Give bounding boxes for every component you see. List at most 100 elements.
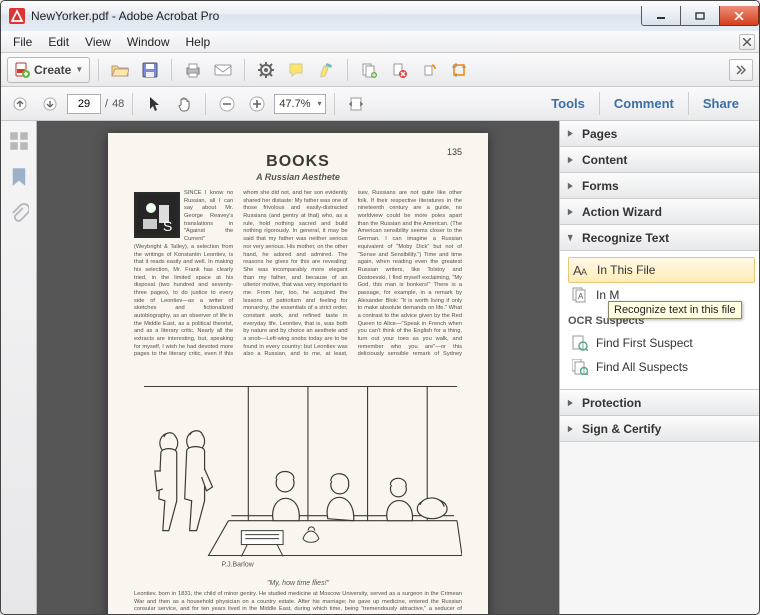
find-first-suspect[interactable]: Find First Suspect: [568, 331, 755, 355]
tools-link[interactable]: Tools: [537, 92, 599, 115]
open-button[interactable]: [107, 57, 133, 83]
dropdown-icon: ▼: [75, 65, 83, 74]
recognize-in-this-file[interactable]: AA In This File: [568, 257, 755, 283]
separator: [132, 93, 133, 115]
panel-protection[interactable]: ▸Protection: [560, 390, 759, 416]
zoom-out-button[interactable]: [214, 91, 240, 117]
crop-button[interactable]: [446, 57, 472, 83]
chevron-right-icon: ▸: [568, 126, 578, 140]
expand-toolbar-button[interactable]: [729, 59, 753, 81]
find-all-icon: [572, 359, 588, 375]
text-column-2: whom she did not, and her son evidently …: [243, 190, 347, 358]
menu-view[interactable]: View: [77, 33, 119, 51]
text-column-lower: Leontiev, born in 1831, the child of min…: [134, 591, 462, 614]
rotate-pages-button[interactable]: [416, 57, 442, 83]
highlight-button[interactable]: [313, 57, 339, 83]
find-first-icon: [572, 335, 588, 351]
cogwheel-button[interactable]: [253, 57, 279, 83]
menu-file[interactable]: File: [5, 33, 40, 51]
create-button[interactable]: Create ▼: [7, 57, 90, 83]
panel-sign-certify[interactable]: ▸Sign & Certify: [560, 416, 759, 442]
bookmarks-icon[interactable]: [9, 167, 29, 187]
cartoon-caption: "My, how time flies!": [134, 580, 462, 587]
app-icon: [9, 8, 25, 24]
hand-tool-button[interactable]: [171, 91, 197, 117]
panel-item-label: Find All Suspects: [596, 360, 688, 374]
email-button[interactable]: [210, 57, 236, 83]
page-subheading: A Russian Aesthete: [134, 172, 462, 182]
text-column-1: SSINCE I know no Russian, all I can say …: [134, 190, 233, 358]
window-title: NewYorker.pdf - Adobe Acrobat Pro: [31, 9, 219, 23]
chevron-right-icon: ▸: [568, 204, 578, 218]
share-link[interactable]: Share: [688, 92, 753, 115]
page-heading: BOOKS: [134, 153, 462, 171]
zoom-value: 47.7%: [279, 98, 310, 110]
print-button[interactable]: [180, 57, 206, 83]
panel-forms[interactable]: ▸Forms: [560, 173, 759, 199]
close-doc-button[interactable]: [739, 34, 755, 50]
separator: [334, 93, 335, 115]
page-number-label: 135: [447, 147, 462, 157]
title-bar: NewYorker.pdf - Adobe Acrobat Pro: [1, 1, 759, 31]
create-label: Create: [34, 63, 71, 77]
delete-pages-button[interactable]: [386, 57, 412, 83]
separator: [98, 59, 99, 81]
menu-edit[interactable]: Edit: [40, 33, 77, 51]
menu-window[interactable]: Window: [119, 33, 178, 51]
panel-recognize-text[interactable]: ▾Recognize Text: [560, 225, 759, 251]
separator: [205, 93, 206, 115]
svg-text:P.J.Barlow: P.J.Barlow: [221, 561, 254, 568]
panel-action-wizard[interactable]: ▸Action Wizard: [560, 199, 759, 225]
page-total: 48: [112, 98, 124, 110]
text-icon: AA: [573, 262, 589, 278]
fit-width-button[interactable]: [343, 91, 369, 117]
menu-bar: File Edit View Window Help: [1, 31, 759, 53]
minimize-button[interactable]: [641, 6, 681, 26]
page-number-input[interactable]: [67, 94, 101, 114]
chevron-right-icon: ▸: [568, 178, 578, 192]
panel-recognize-body: AA In This File A In M Recognize text in…: [560, 251, 759, 390]
close-window-button[interactable]: [719, 6, 759, 26]
page-sep: /: [105, 98, 108, 110]
nav-pane: [1, 121, 37, 614]
separator: [347, 59, 348, 81]
chevron-right-icon: ▸: [568, 395, 578, 409]
dropcap-illustration: S: [134, 192, 180, 238]
extract-pages-button[interactable]: [356, 57, 382, 83]
document-area[interactable]: 135 BOOKS A Russian Aesthete SSINCE I kn…: [37, 121, 559, 614]
cartoon-illustration: P.J.Barlow: [134, 364, 462, 578]
attachments-icon[interactable]: [9, 203, 29, 223]
select-tool-button[interactable]: [141, 91, 167, 117]
panel-pages[interactable]: ▸Pages: [560, 121, 759, 147]
find-all-suspects[interactable]: Find All Suspects: [568, 355, 755, 379]
svg-text:A: A: [578, 292, 584, 301]
save-button[interactable]: [137, 57, 163, 83]
tooltip: Recognize text in this file: [608, 301, 742, 319]
chevron-right-icon: ▸: [568, 421, 578, 435]
nav-toolbar: / 48 47.7% Tools Comment Share: [1, 87, 759, 121]
zoom-in-button[interactable]: [244, 91, 270, 117]
prev-page-button[interactable]: [7, 91, 33, 117]
next-page-button[interactable]: [37, 91, 63, 117]
panel-item-label: In M: [596, 288, 619, 302]
separator: [244, 59, 245, 81]
panel-content[interactable]: ▸Content: [560, 147, 759, 173]
main-toolbar: Create ▼: [1, 53, 759, 87]
recognize-in-multiple[interactable]: A In M Recognize text in this file: [568, 283, 755, 307]
svg-text:S: S: [163, 218, 172, 234]
thumbnails-icon[interactable]: [9, 131, 29, 151]
chevron-right-icon: ▸: [568, 152, 578, 166]
svg-text:A: A: [581, 267, 587, 277]
zoom-select[interactable]: 47.7%: [274, 94, 325, 114]
maximize-button[interactable]: [680, 6, 720, 26]
text-column-3: isev, Russians are not quite like other …: [358, 190, 462, 358]
menu-help[interactable]: Help: [178, 33, 219, 51]
chevron-down-icon: ▾: [568, 230, 578, 244]
sticky-note-button[interactable]: [283, 57, 309, 83]
pdf-page: 135 BOOKS A Russian Aesthete SSINCE I kn…: [108, 133, 488, 614]
task-pane: ▸Pages ▸Content ▸Forms ▸Action Wizard ▾R…: [559, 121, 759, 614]
panel-item-label: In This File: [597, 263, 655, 277]
create-pdf-icon: [14, 62, 30, 78]
separator: [171, 59, 172, 81]
comment-link[interactable]: Comment: [599, 92, 688, 115]
